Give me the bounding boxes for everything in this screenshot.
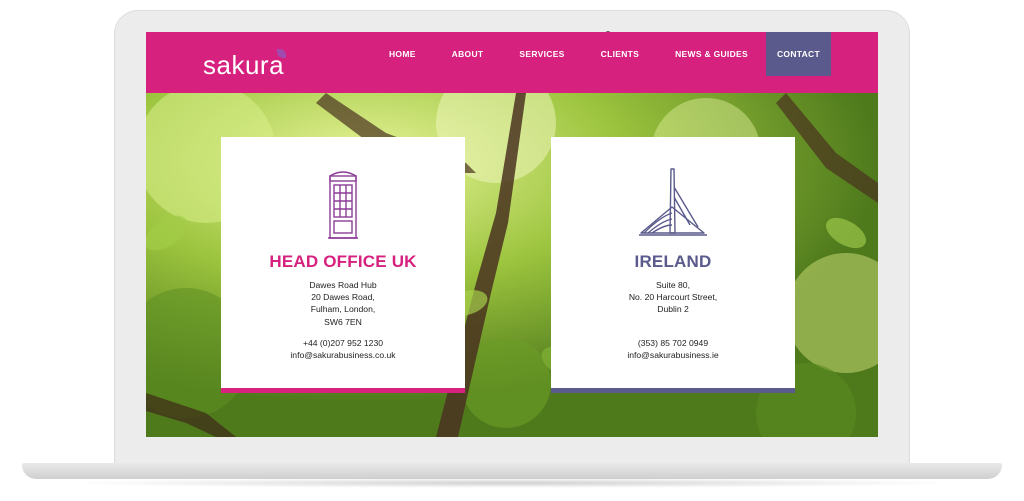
office-contact-uk: +44 (0)207 952 1230 info@sakurabusiness.…	[221, 337, 465, 361]
office-title-uk: HEAD OFFICE UK	[269, 252, 417, 271]
sakura-logo[interactable]: sakura	[203, 50, 284, 81]
phone-link-ireland[interactable]: (353) 85 702 0949	[551, 337, 795, 349]
address-line: Suite 80,	[656, 280, 690, 290]
office-address-ireland: Suite 80, No. 20 Harcourt Street, Dublin…	[551, 279, 795, 316]
website-screen: sakura HOME ABOUT SERVICES CLIENTS NEWS …	[146, 32, 878, 437]
office-card-ireland: IRELAND Suite 80, No. 20 Harcourt Street…	[551, 137, 795, 393]
main-nav: HOME ABOUT SERVICES CLIENTS NEWS & GUIDE…	[371, 32, 831, 76]
site-header: sakura HOME ABOUT SERVICES CLIENTS NEWS …	[146, 32, 878, 93]
bridge-icon	[639, 168, 707, 236]
address-line: Fulham, London,	[310, 304, 376, 315]
laptop-shadow	[60, 478, 964, 488]
laptop-base	[22, 463, 1002, 479]
nav-about[interactable]: ABOUT	[434, 32, 502, 76]
phone-link-uk[interactable]: +44 (0)207 952 1230	[221, 337, 465, 349]
office-title-ireland: IRELAND	[634, 252, 712, 271]
office-address-uk: Dawes Road Hub 20 Dawes Road, Fulham, Lo…	[221, 279, 465, 328]
office-card-uk: HEAD OFFICE UK Dawes Road Hub 20 Dawes R…	[221, 137, 465, 393]
address-line: No. 20 Harcourt Street,	[628, 292, 718, 303]
phone-box-icon	[328, 171, 358, 239]
nav-news-guides[interactable]: NEWS & GUIDES	[657, 32, 766, 76]
address-line: Dublin 2	[657, 304, 689, 315]
email-link-uk[interactable]: info@sakurabusiness.co.uk	[221, 349, 465, 361]
nav-services[interactable]: SERVICES	[501, 32, 582, 76]
nav-contact[interactable]: CONTACT	[765, 32, 831, 76]
address-line: 20 Dawes Road,	[311, 292, 375, 303]
office-contact-ireland: (353) 85 702 0949 info@sakurabusiness.ie	[551, 337, 795, 361]
address-line: SW6 7EN	[324, 316, 362, 327]
nav-home[interactable]: HOME	[371, 32, 434, 76]
nav-clients[interactable]: CLIENTS	[583, 32, 657, 76]
address-line: Dawes Road Hub	[309, 280, 377, 290]
email-link-ireland[interactable]: info@sakurabusiness.ie	[551, 349, 795, 361]
